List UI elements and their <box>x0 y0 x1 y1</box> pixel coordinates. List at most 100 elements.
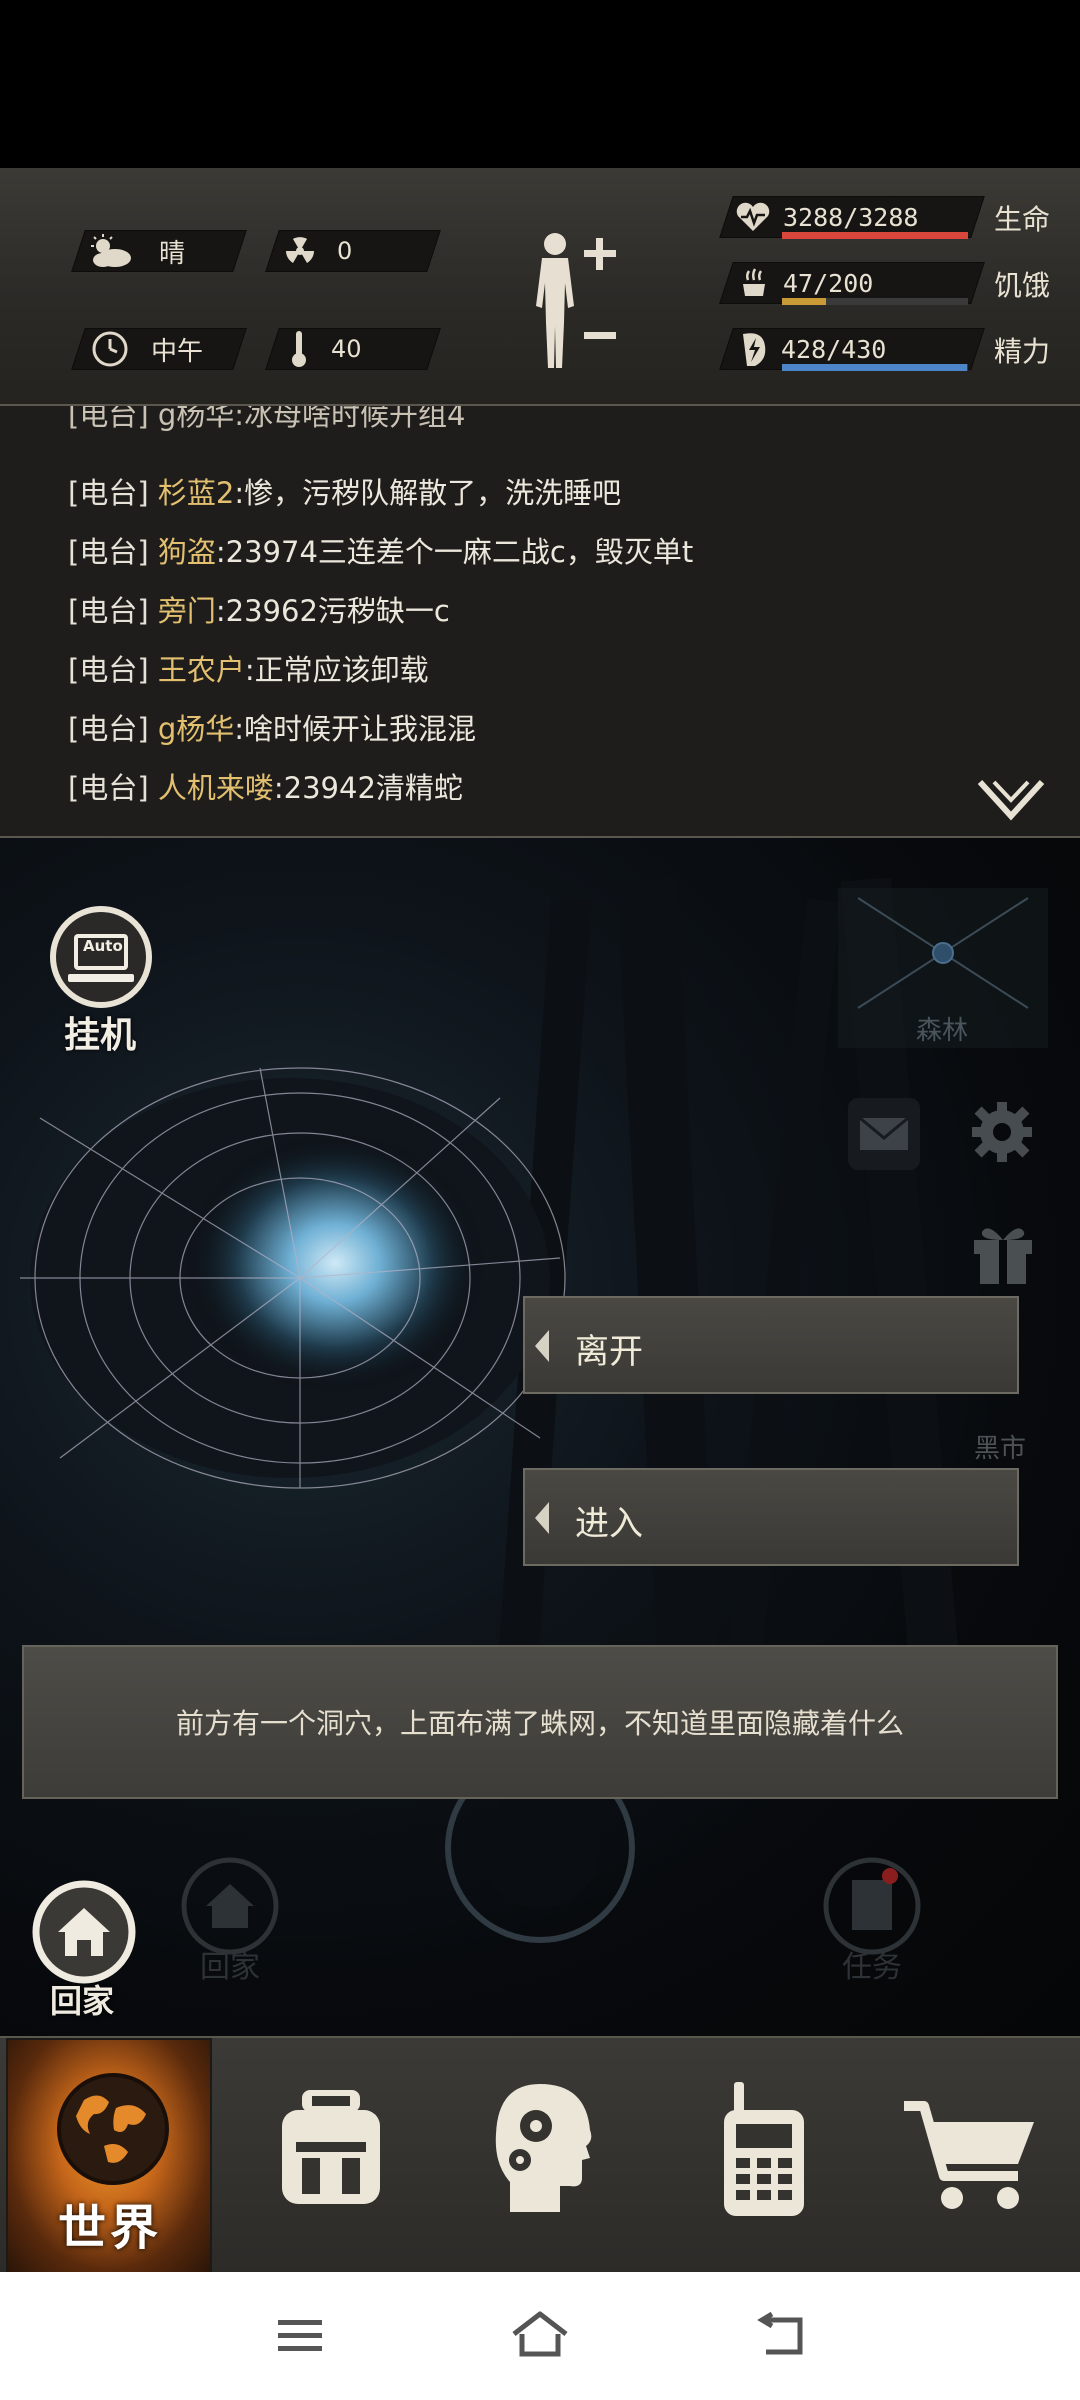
energy-value: 428/430 <box>781 334 887 364</box>
time-text: 中午 <box>151 336 204 367</box>
backpack-icon <box>282 2090 380 2204</box>
life-value: 3288/3288 <box>783 202 919 232</box>
time-pill: 中午 <box>71 328 247 370</box>
heart-icon <box>736 202 770 231</box>
task-list-icon <box>823 1857 921 1955</box>
chat-message: [电台] 王农户:正常应该卸载 <box>68 647 429 689</box>
task-label: 任务 <box>842 1950 902 1985</box>
home-ghost-icon <box>181 1857 279 1955</box>
chat-message: [电台] 旁门:23962污秽缺一c <box>68 588 450 630</box>
chat-sender[interactable]: 杉蓝2 <box>158 476 234 510</box>
home-label: 回家 <box>50 1982 115 2020</box>
hunger-bar <box>782 298 968 305</box>
energy-label: 精力 <box>994 335 1051 368</box>
enter-button[interactable]: 进入 <box>523 1468 1019 1566</box>
life-label: 生命 <box>994 203 1051 236</box>
gift-icon[interactable] <box>970 1218 1036 1288</box>
chat-sender[interactable]: 王农户 <box>158 653 245 687</box>
chat-channel: [电台] <box>68 712 149 746</box>
cave-image <box>20 1067 566 1489</box>
chat-channel: [电台] <box>68 594 149 628</box>
weather-text: 晴 <box>159 238 186 269</box>
home-ghost-button: 回家 <box>180 1856 290 1986</box>
tab-radio[interactable] <box>660 2038 866 2274</box>
chat-channel: [电台] <box>68 653 149 687</box>
home-ghost-label: 回家 <box>200 1950 260 1985</box>
weather-pill: 晴 <box>71 230 247 272</box>
tab-skills[interactable] <box>444 2038 650 2274</box>
temperature-pill: 40 <box>265 328 441 370</box>
radio-chat-panel[interactable]: [电台] g杨华:冰母啥时候开组4 [电台] 杉蓝2:惨，污秽队解散了，洗洗睡吧… <box>0 406 1080 838</box>
leave-button[interactable]: 离开 <box>523 1296 1019 1394</box>
idle-label: 挂机 <box>64 1015 137 1056</box>
tab-world-label: 世界 <box>58 2200 163 2256</box>
black-market-button[interactable]: 黑市 <box>968 1398 1048 1468</box>
map-crosshair-icon <box>857 897 1029 1009</box>
clock-icon <box>92 331 128 367</box>
event-description-box: 前方有一个洞穴，上面布满了蛛网，不知道里面隐藏着什么 <box>22 1645 1058 1799</box>
walkie-talkie-icon <box>724 2082 804 2216</box>
thermometer-icon <box>292 331 306 367</box>
head-gears-icon <box>495 2084 592 2212</box>
globe-icon <box>57 2073 169 2185</box>
chat-channel: [电台] <box>68 771 149 805</box>
leave-label: 离开 <box>575 1332 643 1372</box>
scene-area: Auto 挂机 森林 黑市 离开 进入 回家 回家 任务 <box>0 838 1080 2038</box>
status-panel: 晴 0 中午 40 3288/3288 生命 47/200 饥饿 428/430… <box>0 168 1080 406</box>
tab-backpack[interactable] <box>232 2038 438 2274</box>
home-button[interactable]: 回家 <box>30 1878 142 2020</box>
auto-monitor-icon <box>50 906 152 1008</box>
radiation-value: 0 <box>337 237 353 265</box>
chat-text: :23974三连差个一麻二战c，毁灭单t <box>215 535 694 569</box>
food-icon <box>743 268 765 296</box>
left-arrow-icon <box>535 1502 549 1534</box>
hunger-value: 47/200 <box>783 268 874 298</box>
radiation-pill: 0 <box>265 230 441 272</box>
left-arrow-icon <box>535 1330 549 1362</box>
tab-shop[interactable] <box>874 2038 1080 2274</box>
chat-partial-line: [电台] g杨华:冰母啥时候开组4 <box>68 406 466 432</box>
chat-message: [电台] g杨华:啥时候开让我混混 <box>68 706 476 748</box>
chat-sender[interactable]: 狗盗 <box>158 535 216 569</box>
energy-bar <box>782 364 968 371</box>
chat-message: [电台] 狗盗:23974三连差个一麻二战c，毁灭单t <box>68 529 693 571</box>
back-icon[interactable] <box>752 2312 806 2358</box>
chat-channel: [电台] <box>68 476 149 510</box>
gear-icon[interactable] <box>966 1092 1038 1172</box>
cloudy-sun-icon <box>90 234 131 267</box>
auto-label: Auto <box>83 937 123 955</box>
chat-sender[interactable]: 人机来喽 <box>158 771 274 805</box>
mail-icon[interactable] <box>848 1098 920 1170</box>
chat-channel: [电台] <box>68 535 149 569</box>
tab-world[interactable]: 世界 <box>6 2038 212 2274</box>
chat-message: [电台] 杉蓝2:惨，污秽队解散了，洗洗睡吧 <box>68 470 621 512</box>
radiation-icon <box>286 237 314 263</box>
hunger-label: 饥饿 <box>994 269 1051 302</box>
chat-text: :正常应该卸载 <box>244 653 429 687</box>
temperature-value: 40 <box>331 335 362 363</box>
body-figure-icon[interactable] <box>520 228 630 378</box>
chat-text: :23962污秽缺一c <box>215 594 450 628</box>
chat-message: [电台] 人机来喽:23942清精蛇 <box>68 765 463 807</box>
bottom-tab-bar: 世界 <box>0 2036 1080 2274</box>
minimap[interactable]: 森林 <box>838 888 1048 1048</box>
chat-sender[interactable]: g杨华 <box>158 712 234 746</box>
chat-sender[interactable]: 旁门 <box>158 594 216 628</box>
auto-idle-button[interactable]: Auto 挂机 <box>48 904 158 1056</box>
home-nav-icon[interactable] <box>510 2310 570 2360</box>
life-bar <box>782 232 968 239</box>
task-button[interactable]: 任务 <box>822 1856 932 1996</box>
chat-text: :啥时候开让我混混 <box>234 712 477 746</box>
event-description-text: 前方有一个洞穴，上面布满了蛛网，不知道里面隐藏着什么 <box>175 1707 904 1740</box>
energy-icon <box>743 333 766 366</box>
enter-label: 进入 <box>575 1504 643 1544</box>
map-location-label: 森林 <box>916 1016 969 1046</box>
menu-icon[interactable] <box>276 2316 324 2356</box>
chat-text: :23942清精蛇 <box>273 771 463 805</box>
system-navigation-bar <box>0 2272 1080 2400</box>
chevron-down-icon[interactable] <box>976 776 1046 826</box>
black-market-label: 黑市 <box>974 1434 1027 1464</box>
shopping-cart-icon <box>904 2101 1034 2209</box>
home-icon <box>32 1880 136 1984</box>
chat-text: :惨，污秽队解散了，洗洗睡吧 <box>234 476 622 510</box>
